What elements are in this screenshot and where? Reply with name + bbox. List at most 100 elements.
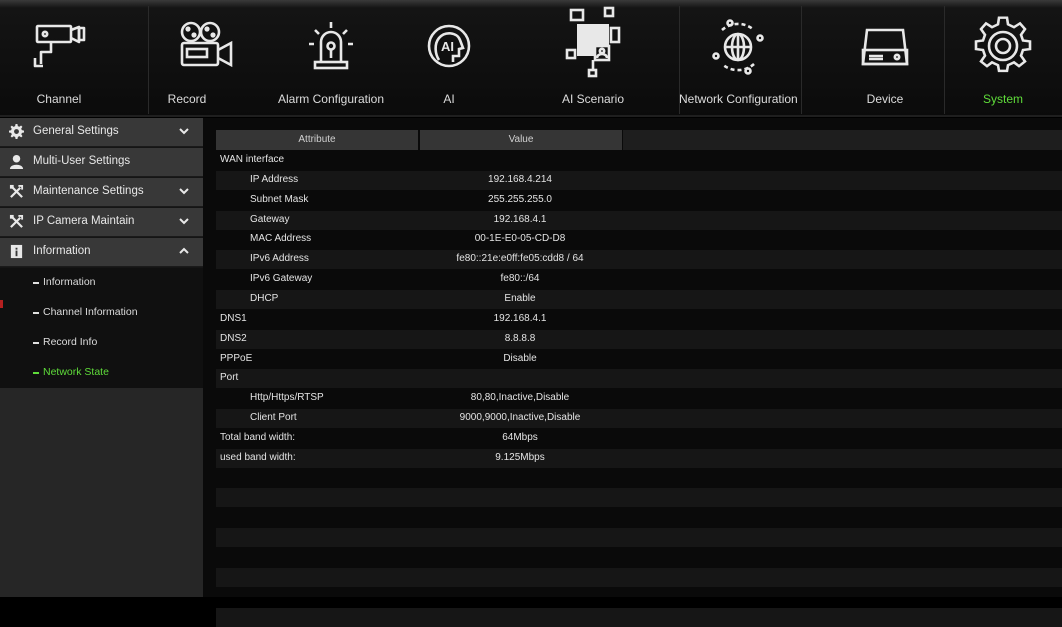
row-value: 8.8.8.8 <box>504 332 536 344</box>
row-value: 255.255.255.0 <box>488 193 552 205</box>
nav-channel-label: Channel <box>36 92 82 106</box>
dash-icon <box>33 372 39 374</box>
table-header-value: Value <box>420 130 622 150</box>
table-row <box>216 488 1062 508</box>
table-row <box>216 548 1062 567</box>
nav-ai-scenario-label: AI Scenario <box>561 92 625 106</box>
sidebar-item-ip-camera-maintain[interactable]: IP Camera Maintain <box>0 208 203 237</box>
table-header-filler <box>623 130 1062 150</box>
table-row <box>216 469 1062 488</box>
table-row: Total band width: 64Mbps <box>216 429 1062 448</box>
nav-system[interactable]: System <box>944 6 1062 114</box>
network-state-panel: Attribute Value WAN interface IP Address 1… <box>203 118 1062 627</box>
nav-device[interactable]: Device <box>826 6 944 114</box>
table-row: MAC Address 00-1E-E0-05-CD-D8 <box>216 230 1062 249</box>
table-row: Http/Https/RTSP 80,80,Inactive,Disable <box>216 389 1062 408</box>
row-value: Enable <box>504 292 536 304</box>
sidebar-subitem-record-info[interactable]: Record Info <box>0 328 203 358</box>
row-value: 192.168.4.1 <box>493 213 547 225</box>
ai-head-icon: AI <box>419 16 479 78</box>
table-row: DHCP Enable <box>216 289 1062 309</box>
sidebar-item-label: Maintenance Settings <box>33 185 144 197</box>
row-value: fe80::21e:e0ff:fe05:cdd8 / 64 <box>456 253 584 265</box>
nav-channel[interactable]: Channel <box>0 6 118 114</box>
info-book-icon <box>9 244 24 259</box>
table-row: Subnet Mask 255.255.255.0 <box>216 191 1062 210</box>
row-value: 192.168.4.214 <box>488 173 552 185</box>
sidebar-item-multi-user-settings[interactable]: Multi-User Settings <box>0 148 203 177</box>
chevron-up-icon <box>178 245 190 257</box>
row-attribute: Client Port <box>250 412 297 424</box>
row-attribute: MAC Address <box>250 233 312 245</box>
row-value: 9000,9000,Inactive,Disable <box>459 412 581 424</box>
sidebar-subitem-network-state[interactable]: Network State <box>0 358 203 388</box>
row-attribute: DNS2 <box>220 332 247 344</box>
table-row <box>216 528 1062 548</box>
table-row: Client Port 9000,9000,Inactive,Disable <box>216 409 1062 429</box>
row-attribute: IPv6 Gateway <box>250 273 313 285</box>
row-attribute: Port <box>220 372 239 384</box>
row-attribute: IP Address <box>250 173 299 185</box>
sidebar-item-label: General Settings <box>33 125 119 137</box>
nav-ai-scenario[interactable]: AI AI Scenario <box>534 6 652 114</box>
gear-icon <box>973 16 1033 78</box>
tools-icon <box>9 184 24 199</box>
row-attribute: Subnet Mask <box>250 193 309 205</box>
nav-ai[interactable]: AI AI <box>390 6 508 114</box>
sidebar-subitem-label: Record Info <box>43 336 98 348</box>
row-value: 00-1E-E0-05-CD-D8 <box>474 233 566 245</box>
sidebar-subitem-label: Channel Information <box>43 306 138 318</box>
table-row: WAN interface <box>216 151 1062 170</box>
row-attribute: Gateway <box>250 213 290 225</box>
sidebar: General Settings Multi-User Settings Mai… <box>0 118 203 597</box>
row-attribute: WAN interface <box>220 154 285 165</box>
row-value: 80,80,Inactive,Disable <box>470 392 570 404</box>
table-row: IPv6 Gateway fe80::/64 <box>216 270 1062 289</box>
gear-icon <box>9 124 24 139</box>
table-row <box>216 508 1062 527</box>
sidebar-subitem-channel-information[interactable]: Channel Information <box>0 298 203 328</box>
sidebar-item-maintenance-settings[interactable]: Maintenance Settings <box>0 178 203 207</box>
nav-network-configuration[interactable]: Network Configuration <box>679 6 798 114</box>
sidebar-item-information[interactable]: Information <box>0 238 203 267</box>
hard-drive-icon <box>855 16 915 78</box>
sidebar-item-label: Multi-User Settings <box>33 155 131 167</box>
row-value: 9.125Mbps <box>495 451 545 463</box>
table-row <box>216 607 1062 627</box>
row-attribute: IPv6 Address <box>250 253 309 265</box>
nav-system-label: System <box>982 92 1023 106</box>
alarm-siren-icon <box>301 16 361 78</box>
row-attribute: DNS1 <box>220 312 247 324</box>
chevron-down-icon <box>178 125 190 137</box>
sidebar-item-label: Information <box>33 245 91 257</box>
sidebar-item-general-settings[interactable]: General Settings <box>0 118 203 147</box>
dash-icon <box>33 312 39 314</box>
table-row: DNS1 192.168.4.1 <box>216 310 1062 329</box>
chevron-down-icon <box>178 185 190 197</box>
dash-icon <box>33 342 39 344</box>
row-attribute: Http/Https/RTSP <box>250 392 324 404</box>
sidebar-empty-area <box>0 388 203 597</box>
sidebar-item-label: IP Camera Maintain <box>33 215 135 227</box>
row-attribute: Total band width: <box>220 431 296 443</box>
top-nav-bar: Channel Record Alarm Configuration AI AI… <box>0 0 1062 117</box>
dash-icon <box>33 282 39 284</box>
scroll-marker <box>0 300 3 308</box>
row-value: fe80::/64 <box>500 273 540 285</box>
sidebar-subitem-label: Information <box>43 276 96 288</box>
table-row: Gateway 192.168.4.1 <box>216 210 1062 230</box>
table-row: IPv6 Address fe80::21e:e0ff:fe05:cdd8 / 6… <box>216 250 1062 270</box>
svg-text:AI: AI <box>441 39 454 54</box>
row-attribute: DHCP <box>250 292 279 304</box>
camera-icon <box>29 16 89 78</box>
sidebar-subitem-information[interactable]: Information <box>0 268 203 298</box>
tools-icon <box>9 214 24 229</box>
film-camera-icon <box>177 16 237 78</box>
nav-record[interactable]: Record <box>148 6 266 114</box>
chevron-down-icon <box>178 215 190 227</box>
nav-alarm-configuration[interactable]: Alarm Configuration <box>272 6 390 114</box>
nav-alarm-label: Alarm Configuration <box>277 92 385 106</box>
nav-underline <box>0 115 1062 117</box>
row-value: 192.168.4.1 <box>493 312 547 324</box>
table-header-attribute: Attribute <box>216 130 418 150</box>
